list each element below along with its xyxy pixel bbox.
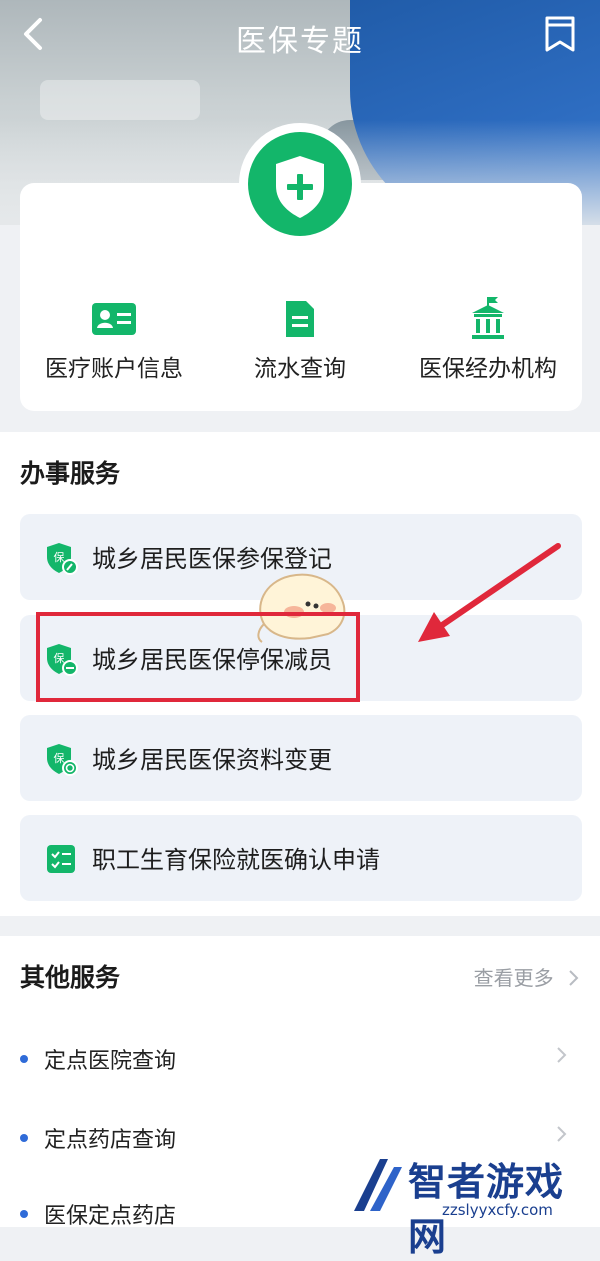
other-item-label: 医保定点药店: [44, 1204, 177, 1229]
section-title: 办事服务: [20, 459, 121, 488]
svg-text:保: 保: [54, 550, 65, 564]
top-bar: 医保专题: [0, 0, 600, 70]
quick-action-label: 医保经办机构: [419, 356, 557, 382]
checklist-icon: [47, 845, 75, 873]
site-watermark: 智者游戏网 zzslyyxcfy.com: [310, 1147, 600, 1259]
shield-refresh-icon: 保: [47, 744, 78, 776]
other-item-hospitals[interactable]: 定点医院查询: [20, 1039, 580, 1079]
bookmark-button[interactable]: [542, 14, 578, 54]
bullet-dot: [20, 1055, 28, 1063]
service-item-maternity-confirmation[interactable]: 职工生育保险就医确认申请: [20, 815, 582, 901]
chevron-right-icon: [557, 1047, 567, 1063]
medical-insurance-badge: [239, 123, 361, 245]
service-item-info-change[interactable]: 保 城乡居民医保资料变更: [20, 715, 582, 801]
quick-action-agencies[interactable]: 医保经办机构: [393, 295, 583, 383]
section-title: 其他服务: [20, 963, 121, 992]
building-icon: [472, 297, 504, 339]
quick-action-label: 医疗账户信息: [45, 356, 183, 382]
service-label: 职工生育保险就医确认申请: [92, 846, 380, 874]
annotation-arrow-icon: [418, 543, 561, 642]
watermark-url: zzslyyxcfy.com: [442, 1201, 553, 1219]
shield-edit-icon: 保: [47, 543, 78, 575]
service-label: 城乡居民医保资料变更: [92, 746, 332, 774]
receipt-icon: [286, 301, 314, 337]
view-more-link[interactable]: 查看更多: [474, 962, 580, 991]
quick-action-account-info[interactable]: 医疗账户信息: [19, 295, 209, 383]
quick-action-label: 流水查询: [254, 356, 346, 382]
other-item-label: 定点药店查询: [44, 1128, 177, 1153]
chevron-right-icon: [569, 970, 579, 986]
bookmark-icon: [545, 16, 575, 52]
watermark-logo-icon: [354, 1159, 402, 1211]
page-title: 医保专题: [236, 24, 364, 59]
bullet-dot: [20, 1134, 28, 1142]
quick-action-transactions[interactable]: 流水查询: [205, 295, 395, 383]
svg-text:保: 保: [54, 751, 65, 765]
other-item-label: 定点医院查询: [44, 1049, 177, 1074]
shield-plus-icon: [276, 156, 324, 218]
bullet-dot: [20, 1210, 28, 1218]
highlight-box: [36, 612, 360, 702]
chevron-right-icon: [557, 1126, 567, 1142]
view-more-label: 查看更多: [473, 966, 554, 990]
id-card-icon: [92, 303, 136, 335]
